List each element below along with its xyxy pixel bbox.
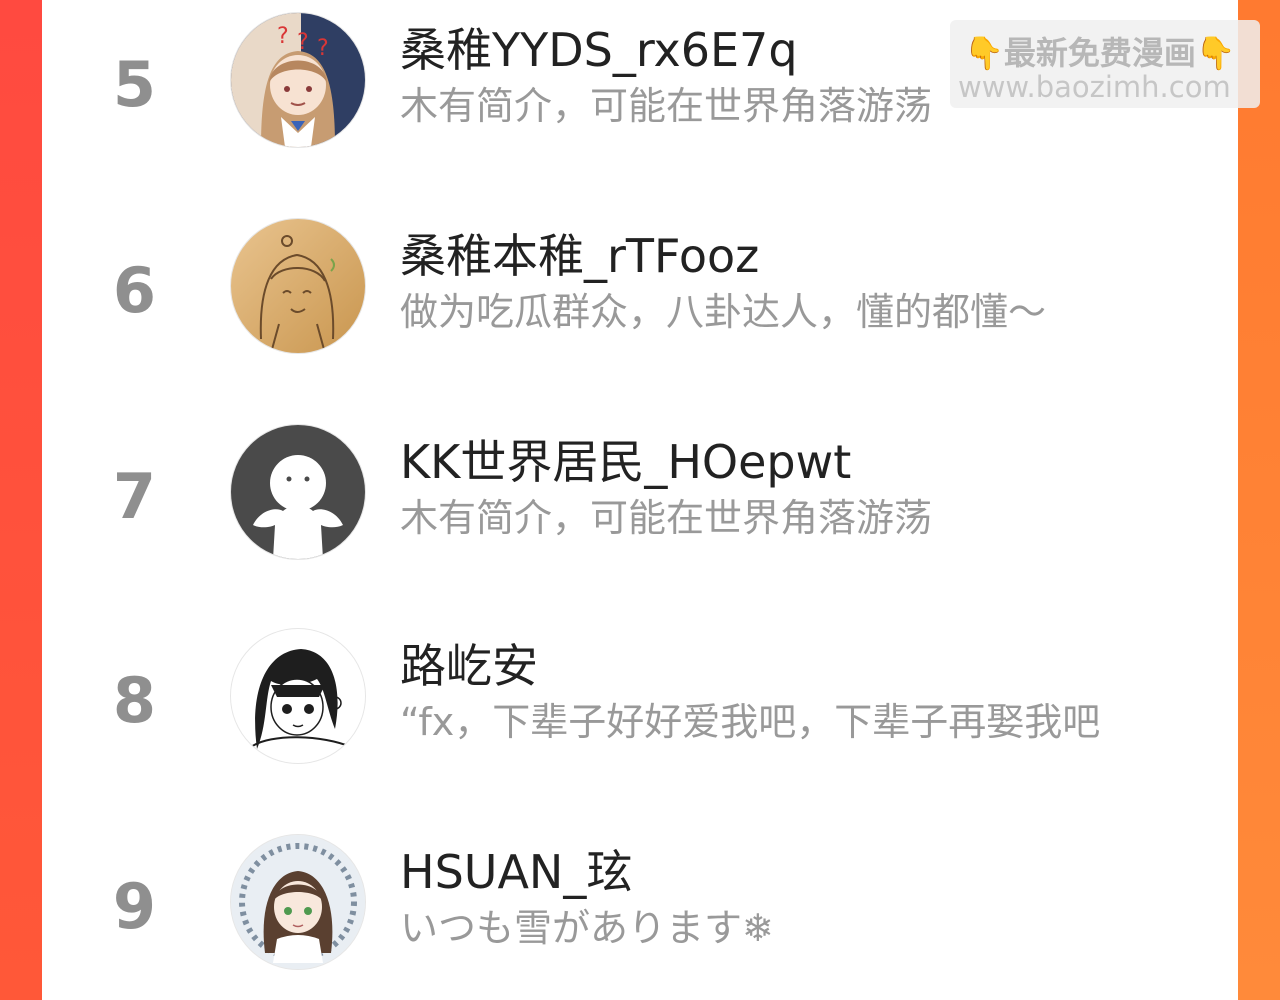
svg-text:?: ? xyxy=(277,24,289,49)
rank-number: 8 xyxy=(112,664,157,737)
user-name[interactable]: 路屹安 xyxy=(400,638,538,694)
watermark-title: 👇最新免费漫画👇 xyxy=(964,34,1236,72)
user-name[interactable]: HSUAN_玹 xyxy=(400,844,632,900)
left-accent-bar xyxy=(0,0,42,1000)
avatar-sketch-girl-icon[interactable] xyxy=(230,218,366,354)
list-item[interactable]: 6 桑稚本稚_rTFooz 做为吃瓜群众，八卦达人，懂的都懂～ xyxy=(42,218,1238,378)
user-bio: 做为吃瓜群众，八卦达人，懂的都懂～ xyxy=(400,290,1047,334)
watermark-url: www.baozimh.com xyxy=(958,70,1231,104)
watermark: 👇最新免费漫画👇 www.baozimh.com xyxy=(950,20,1260,108)
pointing-hand-icon: 👇 xyxy=(1195,34,1236,72)
avatar-girl-brown-hair-icon[interactable]: ? ? ? xyxy=(230,12,366,148)
svg-text:?: ? xyxy=(297,30,309,55)
rank-number: 7 xyxy=(112,460,157,533)
avatar-default-person-icon[interactable] xyxy=(230,424,366,560)
avatar-manga-girl-icon[interactable] xyxy=(230,628,366,764)
list-item[interactable]: 7 KK世界居民_HOepwt 木有简介，可能在世界角落游荡 xyxy=(42,424,1238,584)
right-accent-bar xyxy=(1238,0,1280,1000)
user-bio: いつも雪があります❄ xyxy=(400,906,774,950)
pointing-hand-icon: 👇 xyxy=(964,34,1004,72)
user-bio: 木有简介，可能在世界角落游荡 xyxy=(400,84,933,128)
rank-number: 5 xyxy=(112,48,157,121)
user-bio: “fx，下辈子好好爱我吧，下辈子再娶我吧 xyxy=(400,700,1101,744)
user-name[interactable]: KK世界居民_HOepwt xyxy=(400,434,851,490)
list-item[interactable]: 8 路屹安 “fx，下辈子好好爱我吧，下辈子再娶我吧 xyxy=(42,628,1238,788)
user-bio: 木有简介，可能在世界角落游荡 xyxy=(400,496,933,540)
svg-text:?: ? xyxy=(317,36,329,61)
rank-number: 9 xyxy=(112,870,157,943)
user-name[interactable]: 桑稚本稚_rTFooz xyxy=(400,228,759,284)
avatar-girl-wreath-icon[interactable] xyxy=(230,834,366,970)
rank-number: 6 xyxy=(112,254,157,327)
list-item[interactable]: 9 HSUAN_玹 いつも雪があります❄ xyxy=(42,834,1238,994)
user-name[interactable]: 桑稚YYDS_rx6E7q xyxy=(400,22,798,78)
